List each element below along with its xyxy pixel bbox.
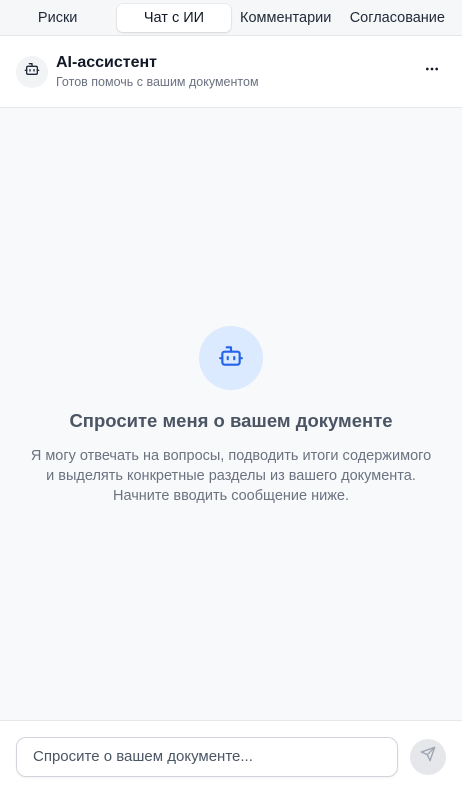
tab-approval[interactable]: Согласование bbox=[341, 4, 454, 32]
tab-comments[interactable]: Комментарии bbox=[233, 4, 339, 32]
send-icon bbox=[420, 746, 436, 767]
page-subtitle: Готов помочь с вашим документом bbox=[56, 75, 259, 89]
tab-bar: Риски Чат с ИИ Комментарии Согласование bbox=[0, 0, 462, 36]
tab-risks[interactable]: Риски bbox=[0, 4, 115, 32]
robot-icon bbox=[24, 61, 40, 82]
empty-state-title: Спросите меня о вашем документе bbox=[69, 410, 393, 431]
header-text: AI-ассистент Готов помочь с вашим докуме… bbox=[56, 54, 418, 89]
composer bbox=[0, 720, 462, 792]
robot-icon bbox=[218, 343, 244, 374]
chat-messages-area: Спросите меня о вашем документе Я могу о… bbox=[0, 108, 462, 720]
more-options-button[interactable] bbox=[418, 58, 446, 86]
page-title: AI-ассистент bbox=[56, 54, 157, 71]
chat-header: AI-ассистент Готов помочь с вашим докуме… bbox=[0, 36, 462, 108]
app: Риски Чат с ИИ Комментарии Согласование … bbox=[0, 0, 462, 792]
avatar bbox=[16, 55, 48, 88]
send-button[interactable] bbox=[410, 738, 446, 775]
more-horizontal-icon bbox=[424, 61, 440, 82]
empty-state-avatar bbox=[199, 326, 263, 390]
chat-input[interactable] bbox=[16, 736, 398, 777]
tab-ai-chat[interactable]: Чат с ИИ bbox=[117, 3, 231, 32]
empty-state-description: Я могу отвечать на вопросы, подводить ит… bbox=[30, 448, 432, 504]
